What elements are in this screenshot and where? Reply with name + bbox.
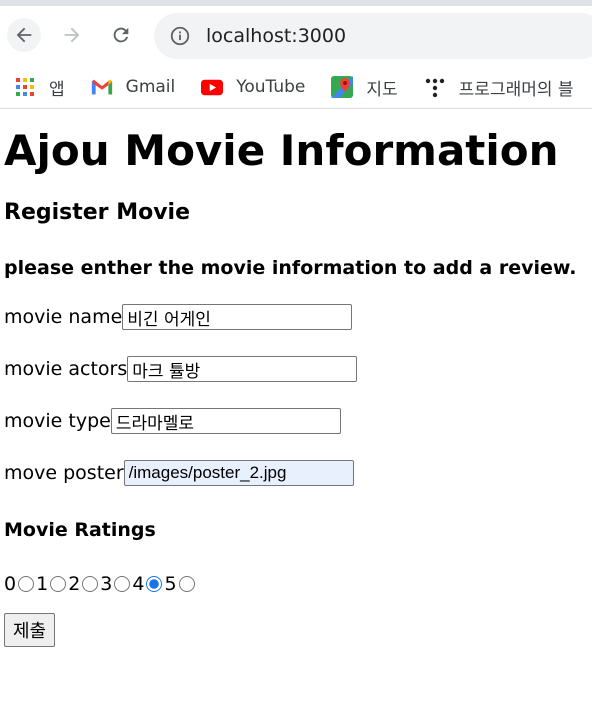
rating-option-4: 4 (132, 573, 164, 595)
forward-button[interactable] (55, 18, 89, 52)
rating-option-2: 2 (68, 573, 100, 595)
bookmark-label: YouTube (236, 77, 306, 97)
rating-radio-5[interactable] (178, 576, 195, 592)
arrow-left-icon (16, 27, 32, 43)
ratings-group: 0 1 2 3 4 5 (4, 573, 588, 595)
rating-label: 1 (36, 573, 49, 595)
gmail-icon (91, 76, 113, 98)
rating-radio-0[interactable] (18, 576, 35, 592)
bookmark-youtube[interactable]: YouTube (201, 76, 305, 98)
programmers-icon (424, 76, 446, 98)
apps-grid-icon (14, 76, 36, 98)
page-content: Ajou Movie Information Register Movie pl… (0, 125, 592, 647)
rating-label: 2 (68, 573, 81, 595)
movie-poster-row: move poster (4, 457, 588, 489)
movie-poster-label: move poster (4, 462, 124, 484)
bookmark-label: 프로그래머의 블 (458, 79, 574, 100)
browser-toolbar: localhost:3000 (0, 6, 592, 66)
ratings-title: Movie Ratings (4, 519, 156, 541)
rating-option-1: 1 (36, 573, 68, 595)
bookmark-label: 앱 (49, 79, 65, 100)
bookmark-label: 지도 (366, 79, 398, 100)
address-bar[interactable]: localhost:3000 (154, 13, 592, 59)
movie-poster-input[interactable] (123, 460, 354, 486)
rating-label: 0 (4, 573, 17, 595)
movie-name-label: movie name (4, 306, 123, 328)
movie-type-row: movie type (4, 405, 588, 437)
youtube-icon (201, 76, 224, 98)
movie-type-input[interactable] (110, 408, 341, 434)
rating-radio-4[interactable] (146, 576, 163, 592)
movie-actors-label: movie actors (4, 358, 128, 380)
bookmark-maps[interactable]: 지도 (331, 75, 398, 100)
bookmark-gmail[interactable]: Gmail (91, 76, 176, 98)
bookmark-programmers[interactable]: 프로그래머의 블 (424, 75, 574, 100)
movie-type-label: movie type (4, 410, 111, 432)
site-info-icon[interactable] (169, 25, 191, 47)
back-button[interactable] (7, 18, 41, 52)
bookmarks-bar: 앱 Gmail YouTube 지도 프로그래머의 블 (0, 66, 592, 109)
movie-actors-row: movie actors (4, 353, 588, 385)
section-title: Register Movie (4, 200, 191, 225)
rating-option-0: 0 (4, 573, 36, 595)
rating-radio-1[interactable] (50, 576, 67, 592)
reload-button[interactable] (104, 18, 138, 52)
rating-option-3: 3 (100, 573, 132, 595)
bookmark-apps[interactable]: 앱 (14, 75, 65, 100)
arrow-right-icon (64, 27, 80, 43)
rating-option-5: 5 (164, 573, 196, 595)
movie-name-row: movie name (4, 301, 588, 333)
instruction-text: please enther the movie information to a… (4, 257, 577, 279)
address-bar-url[interactable]: localhost:3000 (206, 25, 346, 47)
rating-radio-3[interactable] (114, 576, 131, 592)
rating-radio-2[interactable] (82, 576, 99, 592)
movie-actors-input[interactable] (127, 356, 358, 382)
maps-icon (331, 76, 354, 98)
submit-button[interactable]: 제출 (4, 613, 56, 647)
movie-name-input[interactable] (122, 304, 353, 330)
page-title: Ajou Movie Information (4, 126, 559, 175)
rating-label: 4 (132, 573, 145, 595)
rating-label: 3 (100, 573, 113, 595)
bookmark-label: Gmail (125, 77, 176, 97)
rating-label: 5 (164, 573, 177, 595)
reload-icon (113, 27, 129, 43)
